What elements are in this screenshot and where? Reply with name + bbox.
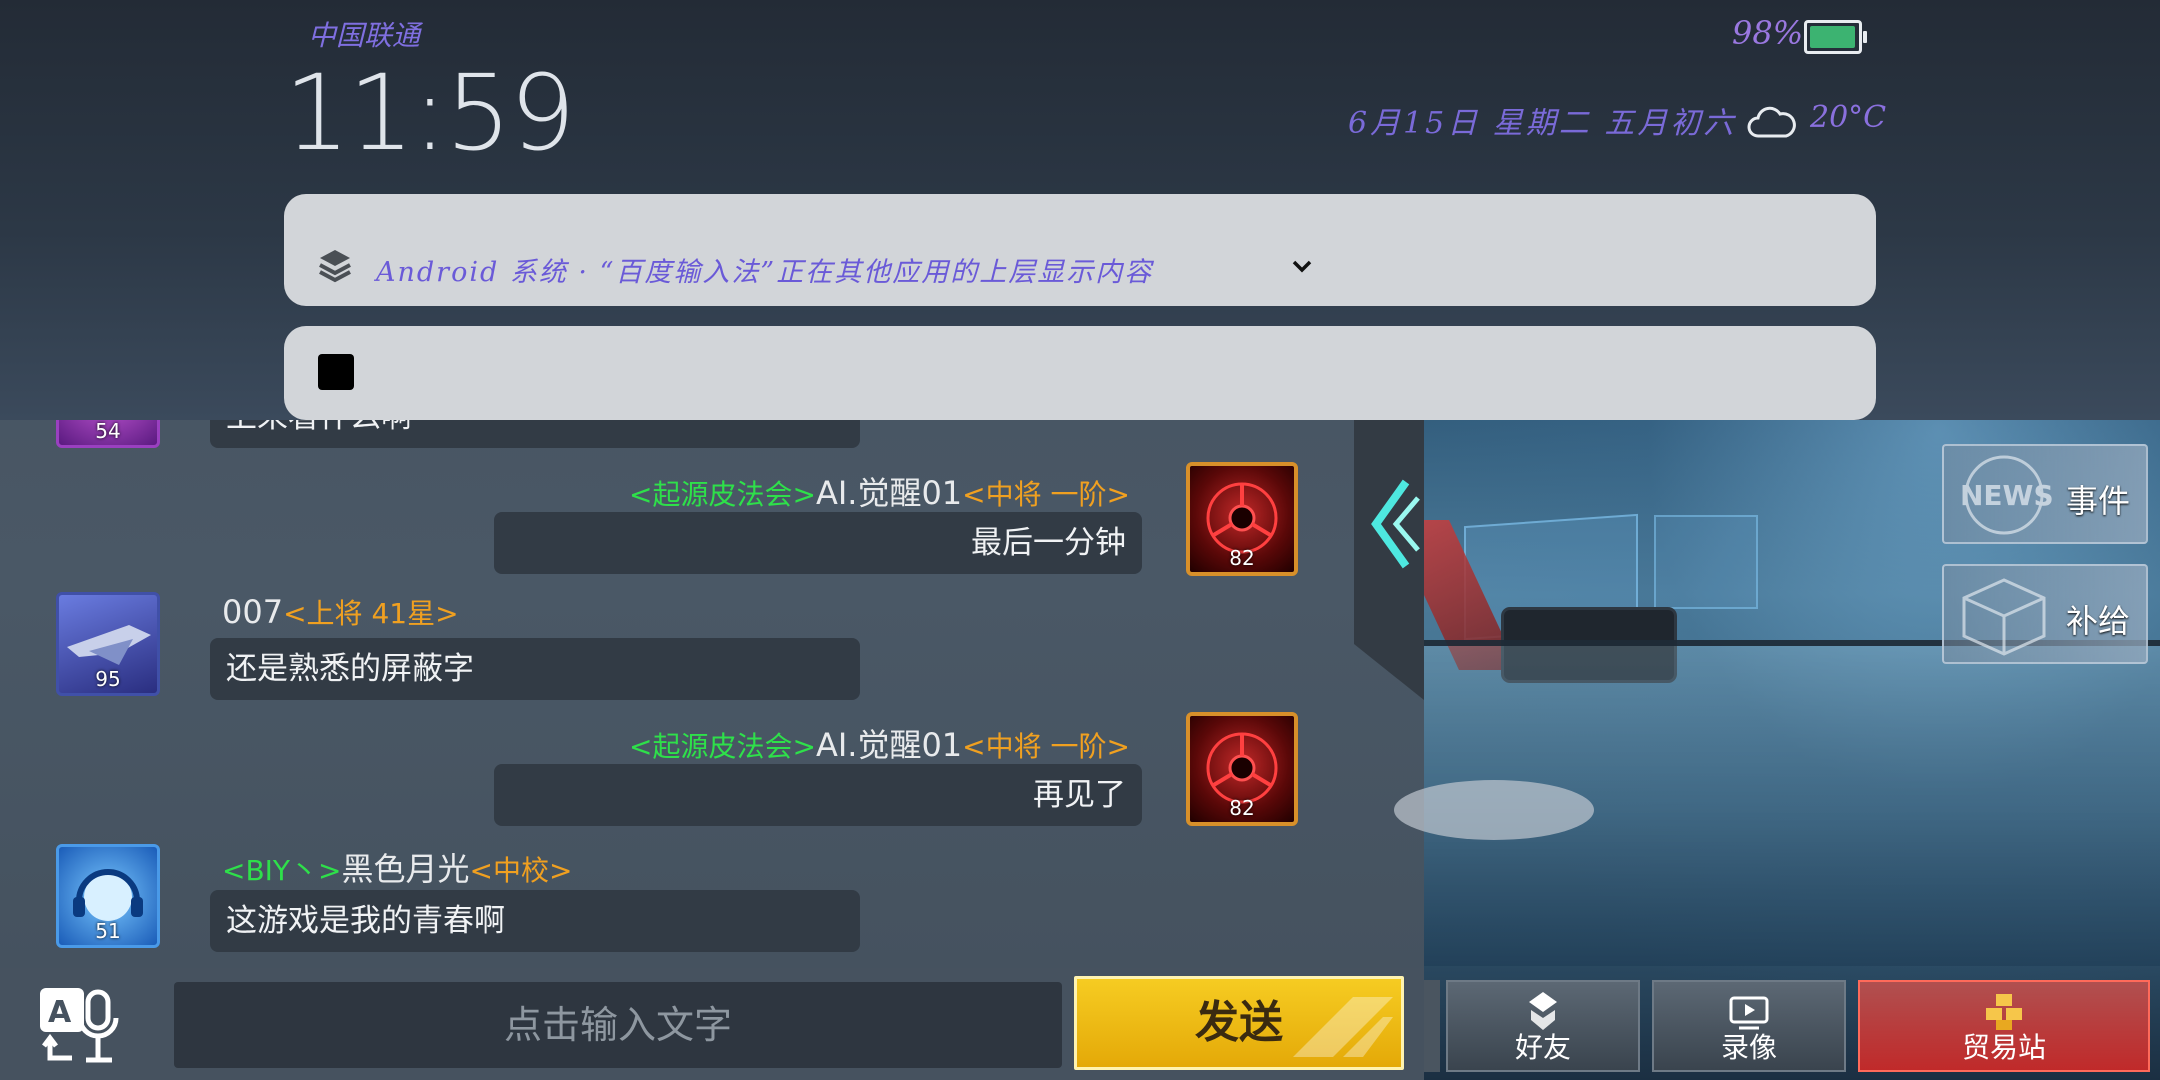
sender-line: <BIY丶>黑色月光<中校>	[222, 844, 572, 890]
supply-button[interactable]: 补给	[1942, 564, 2148, 664]
chat-bubble: 这游戏是我的青春啊	[210, 890, 860, 952]
sender-line: 007<上将 41星>	[222, 592, 459, 632]
battery-icon	[1804, 20, 1867, 54]
hologram-screen	[1654, 515, 1758, 609]
friends-button[interactable]: 好友	[1446, 980, 1640, 1072]
replay-button[interactable]: 录像	[1652, 980, 1846, 1072]
stop-icon[interactable]	[318, 354, 354, 390]
chevron-left-icon[interactable]	[1366, 476, 1420, 572]
chat-bubble: 再见了	[494, 764, 1142, 826]
rank-tag: <中将 一阶>	[962, 478, 1130, 511]
status-clock[interactable]: 11:59	[284, 52, 576, 174]
message-text: 还是熟悉的屏蔽字	[226, 651, 474, 687]
send-button[interactable]: 发送	[1074, 976, 1404, 1070]
chat-bubble: 还是熟悉的屏蔽字	[210, 638, 860, 700]
voice-input-icon[interactable]: A	[36, 984, 126, 1066]
player-avatar[interactable]: 82	[1186, 712, 1298, 826]
sender-line: <起源皮法会>AI.觉醒01<中将 一阶>	[629, 468, 1130, 514]
guild-tag: <起源皮法会>	[629, 730, 816, 763]
svg-text:A: A	[48, 995, 72, 1030]
message-text: 再见了	[1033, 777, 1126, 813]
player-avatar[interactable]: 51	[56, 844, 160, 948]
avatar-level: 54	[95, 419, 121, 443]
news-icon: NEWS	[1960, 455, 2054, 535]
friends-label: 好友	[1514, 1031, 1571, 1064]
layers-icon	[319, 250, 351, 283]
sender-name[interactable]: 黑色月光	[342, 850, 470, 888]
trade-station-label: 贸易站	[1961, 1031, 2046, 1064]
sender-name[interactable]: AI.觉醒01	[816, 726, 962, 764]
player-avatar[interactable]: 95	[56, 592, 160, 696]
chat-text-input[interactable]: 点击输入文字	[174, 982, 1062, 1068]
media-notification[interactable]	[284, 326, 1876, 420]
send-button-decoration	[1293, 997, 1393, 1057]
supply-box-icon	[1962, 578, 2046, 656]
avatar-level: 82	[1229, 546, 1255, 570]
notification-text: Android 系统 · “百度输入法”正在其他应用的上层显示内容	[376, 257, 1154, 288]
svg-text:NEWS: NEWS	[1960, 479, 2054, 512]
battery-fill	[1810, 26, 1855, 48]
temperature: 20°C	[1810, 100, 1887, 135]
chevron-down-icon[interactable]	[1288, 252, 1316, 280]
overlay-notification[interactable]: Android 系统 · “百度输入法”正在其他应用的上层显示内容	[284, 194, 1876, 306]
sender-name[interactable]: AI.觉醒01	[816, 474, 962, 512]
avatar-level: 95	[95, 667, 121, 691]
replay-label: 录像	[1720, 1031, 1777, 1064]
events-label: 事件	[2065, 482, 2130, 520]
rank-tag: <中校>	[469, 854, 573, 887]
avatar-level: 82	[1229, 796, 1255, 820]
message-text: 这游戏是我的青春啊	[226, 903, 505, 939]
guild-tag: <BIY丶>	[222, 854, 342, 887]
rank-tag: <上将 41星>	[283, 597, 459, 630]
carrier-name: 中国联通	[308, 19, 421, 52]
chat-bubble: 最后一分钟	[494, 512, 1142, 574]
battery-percent: 98%	[1732, 14, 1804, 52]
date-text[interactable]: 6月15日 星期二 五月初六	[1348, 98, 1736, 142]
player-avatar[interactable]: 82	[1186, 462, 1298, 576]
nav-button-partial[interactable]	[1424, 980, 1440, 1072]
events-button[interactable]: NEWS 事件	[1942, 444, 2148, 544]
cloud-icon	[1747, 106, 1796, 138]
send-label: 发送	[1195, 997, 1283, 1048]
trade-station-button[interactable]: 贸易站	[1858, 980, 2150, 1072]
guild-tag: <起源皮法会>	[629, 478, 816, 511]
sender-name[interactable]: 007	[222, 593, 283, 631]
sender-line: <起源皮法会>AI.觉醒01<中将 一阶>	[629, 720, 1130, 766]
avatar-level: 51	[95, 919, 121, 943]
message-text: 最后一分钟	[971, 525, 1126, 561]
platform-disc	[1394, 780, 1594, 840]
rank-tag: <中将 一阶>	[962, 730, 1130, 763]
supply-label: 补给	[2065, 602, 2130, 640]
